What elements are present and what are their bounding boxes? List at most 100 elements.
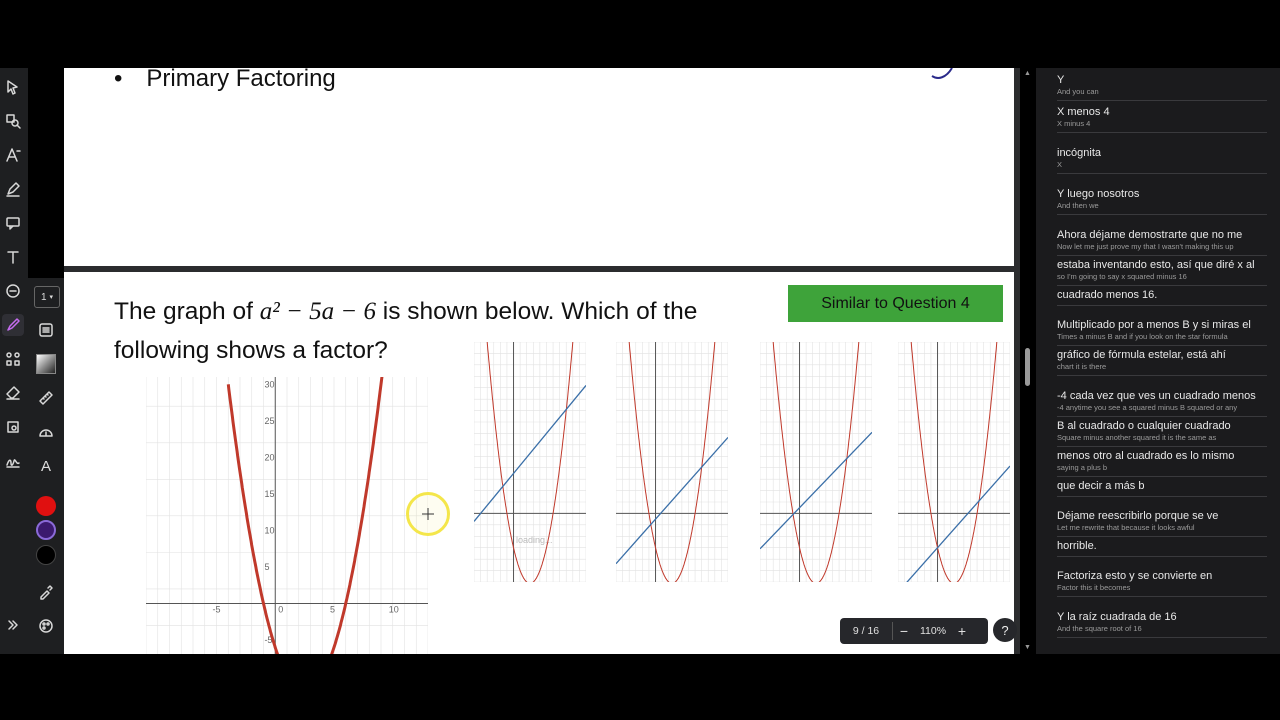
bullet-item: • Primary Factoring [114, 68, 336, 93]
caption-english: Now let me just prove my that I wasn't m… [1057, 242, 1234, 251]
zoom-in-button[interactable]: + [951, 623, 973, 639]
caption-spanish: B al cuadrado o cualquier cuadrado [1057, 420, 1231, 432]
caption-item: gráfico de fórmula estelar, está ahí char… [1057, 349, 1267, 376]
stroke-width-value: 1 [40, 291, 47, 303]
caption-item: horrible. [1057, 540, 1267, 557]
signature-icon[interactable] [2, 450, 24, 472]
caption-panel[interactable]: Y And you can X menos 4X minus 4 incógnita X… [1036, 68, 1280, 654]
caption-spanish: Déjame reescribirlo porque se ve [1057, 510, 1219, 522]
main-parabola-graph: -5 0 5 10-551015202530 [146, 377, 428, 654]
caption-spanish: -4 cada vez que ves un cuadrado menos [1057, 390, 1256, 402]
crop-icon[interactable] [2, 416, 24, 438]
caption-item: X menos 4X minus 4 [1057, 106, 1267, 133]
caption-spanish: Y luego nosotros [1057, 188, 1140, 200]
ink-scribble [931, 68, 953, 79]
zoom-out-button[interactable]: − [893, 623, 915, 639]
caption-spanish: horrible. [1057, 540, 1097, 552]
pen-options-panel: 1 ▾ A [28, 278, 64, 654]
caption-english: chart it is there [1057, 362, 1107, 371]
y-tick-label: 10 [264, 525, 274, 535]
pointer-highlight [406, 492, 450, 536]
left-toolbar [0, 68, 28, 654]
caption-english: Square minus another squared it is the s… [1057, 433, 1217, 442]
caption-spanish: Multiplicado por a menos B y si miras el [1057, 319, 1251, 331]
eyedropper-icon[interactable] [34, 580, 58, 604]
similar-question-button[interactable]: Similar to Question 4 [788, 285, 1003, 322]
caption-item: Déjame reescribirlo porque se ve Let me r… [1057, 510, 1267, 537]
caption-english: And you can [1057, 87, 1099, 96]
color-swatch-red[interactable] [36, 496, 56, 516]
caption-spanish: Y [1057, 74, 1065, 86]
caption-item: Ahora déjame demostrarte que no me Now le… [1057, 229, 1267, 256]
font-icon[interactable]: A [34, 454, 58, 478]
page-zoom-control: 9 / 16 − 110% + [840, 618, 988, 644]
pdf-page-8: • Primary Factoring [64, 68, 1014, 266]
text-style-icon[interactable] [2, 144, 24, 166]
caption-spanish: cuadrado menos 16. [1057, 289, 1158, 301]
document-canvas[interactable]: • Primary Factoring The graph of a² − 5a … [64, 68, 1020, 654]
text-icon[interactable] [2, 246, 24, 268]
color-swatch-black[interactable] [36, 545, 56, 565]
shape-icon[interactable] [2, 280, 24, 302]
zoom-region-icon[interactable] [2, 110, 24, 132]
caption-spanish: incógnita [1057, 147, 1102, 159]
caption-english: And then we [1057, 201, 1099, 210]
layout-icon[interactable] [2, 348, 24, 370]
draw-icon[interactable] [2, 314, 24, 336]
caption-item: Y And you can [1057, 74, 1267, 101]
expand-icon[interactable] [2, 614, 24, 636]
question-prefix: The graph of [114, 298, 260, 325]
caption-spanish: X menos 4 [1057, 106, 1110, 118]
pdf-page-9: The graph of a² − 5a − 6 is shown below.… [64, 272, 1014, 654]
caption-spanish: Ahora déjame demostrarte que no me [1057, 229, 1243, 241]
scroll-down-icon[interactable]: ▼ [1024, 644, 1031, 651]
menu-lines-icon[interactable] [34, 318, 58, 342]
palette-icon[interactable] [34, 614, 58, 638]
caption-item: B al cuadrado o cualquier cuadrado Square… [1057, 420, 1267, 447]
caption-spanish: estaba inventando esto, así que diré x a… [1057, 259, 1255, 271]
eraser-icon[interactable] [2, 382, 24, 404]
caption-english: Times a minus B and if you look on the s… [1057, 332, 1228, 341]
answer-choice-graph-2[interactable] [616, 342, 728, 582]
highlighter-icon[interactable] [2, 178, 24, 200]
x-tick-label: 5 [330, 605, 335, 615]
line-series [474, 385, 586, 522]
zoom-level[interactable]: 110% [915, 625, 951, 637]
answer-choice-graph-4[interactable] [898, 342, 1010, 582]
scroll-up-icon[interactable]: ▲ [1024, 70, 1031, 77]
help-button[interactable]: ? [993, 618, 1017, 642]
caption-item: -4 cada vez que ves un cuadrado menos -4 … [1057, 390, 1267, 417]
caption-english: X [1057, 160, 1063, 169]
caption-item: Multiplicado por a menos B y si miras el… [1057, 319, 1267, 346]
answer-choice-graph-1[interactable] [474, 342, 586, 582]
stroke-width-select[interactable]: 1 ▾ [34, 286, 60, 308]
caption-english: saying a plus b [1057, 463, 1108, 472]
y-tick-label: 5 [264, 562, 269, 572]
y-tick-label: 15 [264, 489, 274, 499]
caption-item: Y la raíz cuadrada de 16 And the square r… [1057, 611, 1267, 638]
y-tick-label: 30 [264, 379, 274, 389]
select-icon[interactable] [2, 76, 24, 98]
caption-spanish: menos otro al cuadrado es lo mismo [1057, 450, 1235, 462]
caption-english: -4 anytime you see a squared minus B squ… [1057, 403, 1238, 412]
protractor-icon[interactable] [34, 420, 58, 444]
document-scrollbar[interactable]: ▲ ▼ [1021, 68, 1033, 654]
x-tick-label: 0 [278, 605, 283, 615]
caption-item: Factoriza esto y se convierte en Factor t… [1057, 570, 1267, 597]
comment-icon[interactable] [2, 212, 24, 234]
caption-item: Y luego nosotros And then we [1057, 188, 1267, 215]
scrollbar-thumb[interactable] [1025, 348, 1030, 386]
caption-english: so I'm going to say x squared minus 16 [1057, 272, 1187, 281]
y-tick-label: 20 [264, 452, 274, 462]
caption-item: que decir a más b [1057, 480, 1267, 497]
caption-item: cuadrado menos 16. [1057, 289, 1267, 306]
color-swatch-purple[interactable] [36, 520, 56, 540]
answer-choice-graph-3[interactable] [760, 342, 872, 582]
page-indicator[interactable]: 9 / 16 [840, 625, 892, 637]
ruler-icon[interactable] [34, 386, 58, 410]
caption-english: Factor this it becomes [1057, 583, 1131, 592]
opacity-gradient-icon[interactable] [34, 352, 58, 376]
caption-english: X minus 4 [1057, 119, 1091, 128]
loading-text: loading... [516, 535, 553, 545]
caption-item: incógnita X [1057, 147, 1267, 174]
